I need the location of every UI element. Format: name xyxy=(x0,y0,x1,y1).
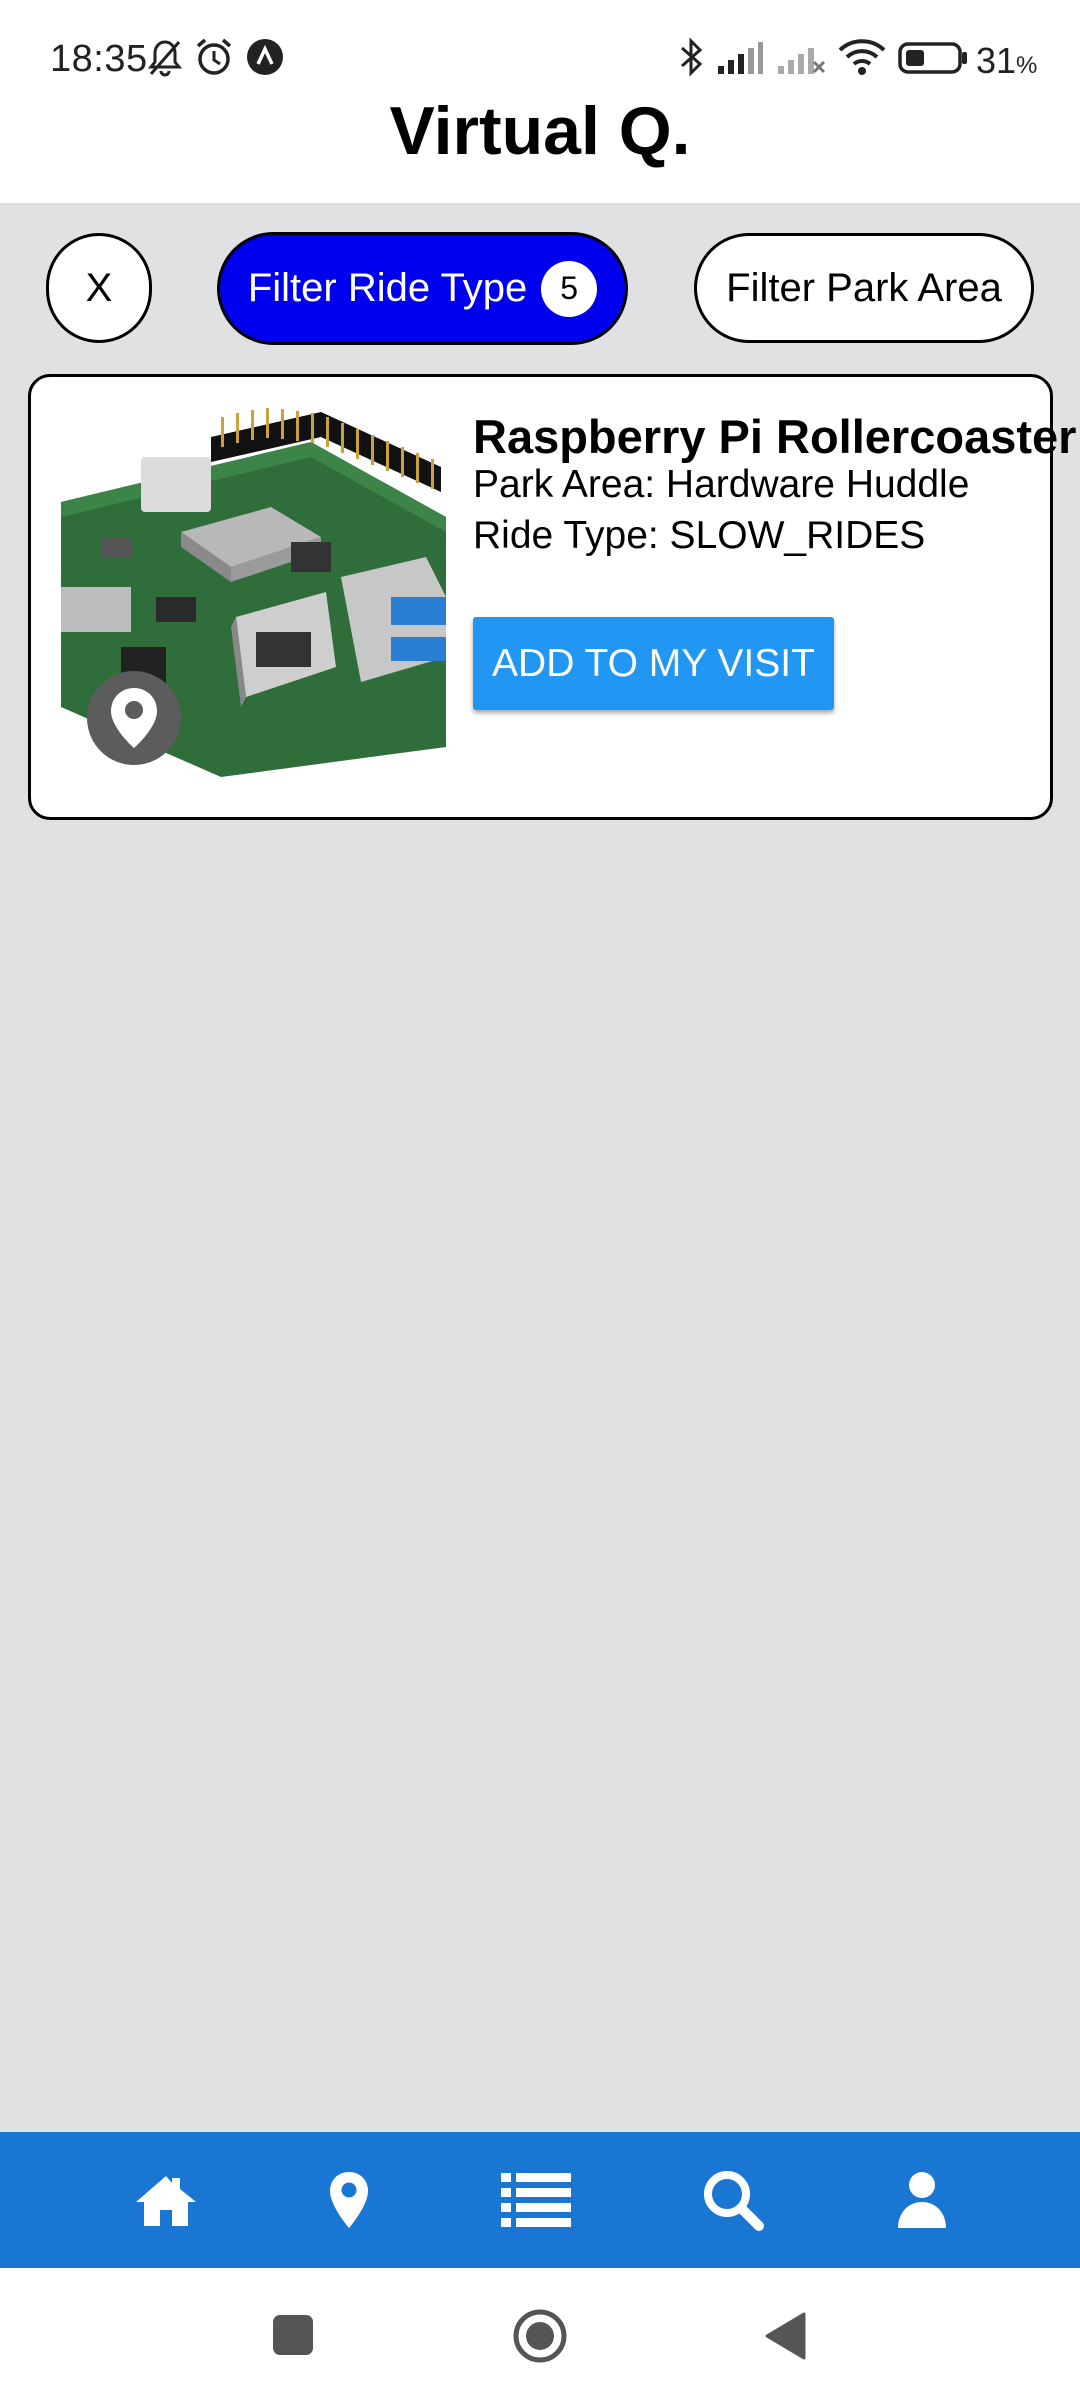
home-icon xyxy=(136,2176,196,2226)
map-pin-icon[interactable] xyxy=(87,671,181,765)
nav-profile[interactable] xyxy=(862,2132,982,2268)
clear-filters-label: X xyxy=(85,265,113,310)
ride-type: Ride Type: SLOW_RIDES xyxy=(473,514,926,557)
bottom-nav xyxy=(0,2132,1080,2268)
filter-ride-type-button[interactable]: Filter Ride Type 5 xyxy=(217,232,628,345)
add-to-my-visit-label: ADD TO MY VISIT xyxy=(492,641,815,685)
list-icon xyxy=(501,2173,571,2227)
clear-filters-button[interactable]: X xyxy=(46,233,152,343)
status-time: 18:35 xyxy=(50,38,148,80)
battery-percent: 31% xyxy=(976,40,1038,81)
signal-no-service-icon xyxy=(776,40,826,81)
system-nav-bar xyxy=(0,2268,1080,2400)
nav-home[interactable] xyxy=(106,2132,226,2268)
nav-map[interactable] xyxy=(289,2132,409,2268)
square-icon xyxy=(273,2315,313,2355)
circle-icon xyxy=(513,2309,567,2363)
wifi-icon xyxy=(838,38,886,81)
recents-button[interactable] xyxy=(272,2314,314,2361)
alarm-icon xyxy=(194,36,234,83)
bluetooth-icon xyxy=(678,36,704,83)
nav-list[interactable] xyxy=(476,2132,596,2268)
filter-park-area-button[interactable]: Filter Park Area xyxy=(694,233,1034,343)
back-button[interactable] xyxy=(764,2312,806,2365)
filter-count-badge: 5 xyxy=(541,260,598,317)
search-icon xyxy=(704,2171,764,2231)
filter-ride-type-label: Filter Ride Type xyxy=(247,266,528,310)
map-pin-icon xyxy=(330,2172,368,2228)
add-to-my-visit-button[interactable]: ADD TO MY VISIT xyxy=(473,617,834,710)
home-button[interactable] xyxy=(512,2308,568,2369)
back-triangle-icon xyxy=(765,2312,806,2360)
nav-search[interactable] xyxy=(673,2132,793,2268)
filter-park-area-label: Filter Park Area xyxy=(726,265,1002,310)
ride-name: Raspberry Pi Rollercoaster xyxy=(473,410,1077,463)
bell-off-icon xyxy=(146,38,184,83)
signal-icon xyxy=(716,40,764,81)
user-icon xyxy=(898,2172,946,2228)
battery-icon xyxy=(898,42,968,79)
page-title: Virtual Q. xyxy=(389,93,691,169)
ride-park-area: Park Area: Hardware Huddle xyxy=(473,463,970,506)
ride-card: Raspberry Pi Rollercoaster Park Area: Ha… xyxy=(28,374,1076,820)
app-notification-icon xyxy=(246,38,284,81)
